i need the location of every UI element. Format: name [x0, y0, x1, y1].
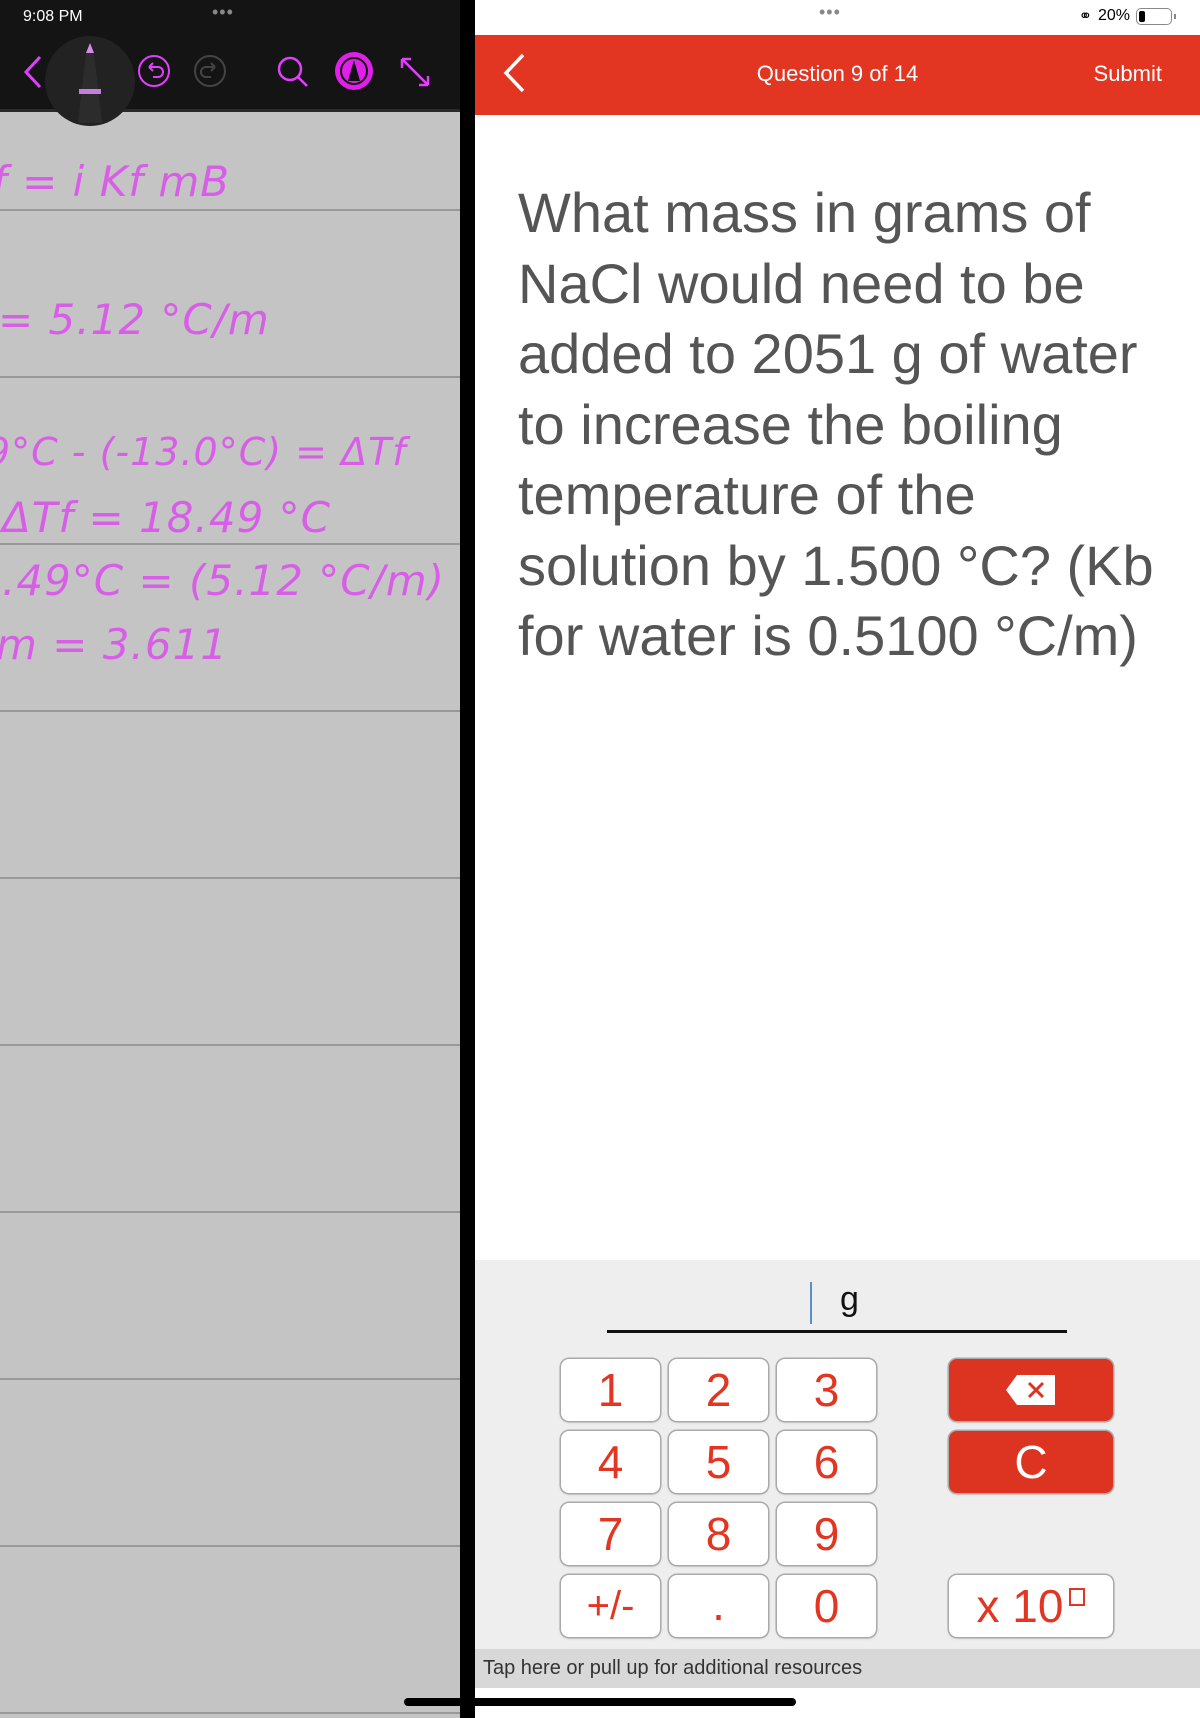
answer-input[interactable] — [607, 1280, 807, 1326]
scientific-notation-button[interactable]: x 10 — [949, 1575, 1113, 1637]
pencil-tool-icon[interactable] — [45, 36, 135, 126]
status-bar: ⚭ 20% — [1078, 6, 1176, 26]
note-line: 9°C - (-13.0°C) = ΔTf — [0, 430, 407, 474]
notes-app: f = i Kf mB = 5.12 °C/m 9°C - (-13.0°C) … — [0, 0, 460, 1718]
key-plus-minus[interactable]: +/- — [561, 1575, 660, 1637]
key-3[interactable]: 3 — [777, 1359, 876, 1421]
split-divider[interactable] — [460, 0, 930, 1718]
question-header: Question 9 of 14 Submit — [475, 35, 1200, 115]
quiz-app: ••• ⚭ 20% Question 9 of 14 Submit What m… — [475, 0, 1200, 1718]
multitask-dots-icon[interactable]: ••• — [819, 2, 841, 23]
backspace-icon — [1006, 1375, 1055, 1405]
key-6[interactable]: 6 — [777, 1431, 876, 1493]
note-line: m = 3.611 — [0, 620, 229, 669]
note-line: ΔTf = 18.49 °C — [2, 493, 331, 542]
submit-button[interactable]: Submit — [1094, 61, 1162, 87]
resources-bar[interactable]: Tap here or pull up for additional resou… — [475, 1649, 1200, 1688]
link-icon: ⚭ — [1078, 8, 1092, 25]
note-line: f = i Kf mB — [0, 157, 231, 206]
redo-icon[interactable] — [193, 54, 227, 88]
answer-keypad: g 1 2 3 4 5 6 7 8 9 +/- . 0 C x 10 — [475, 1260, 1200, 1650]
key-0[interactable]: 0 — [777, 1575, 876, 1637]
chevron-left-icon[interactable] — [20, 52, 46, 92]
key-5[interactable]: 5 — [669, 1431, 768, 1493]
sci-label: x 10 — [976, 1580, 1064, 1632]
key-7[interactable]: 7 — [561, 1503, 660, 1565]
key-8[interactable]: 8 — [669, 1503, 768, 1565]
key-1[interactable]: 1 — [561, 1359, 660, 1421]
question-counter: Question 9 of 14 — [756, 61, 919, 86]
question-text: What mass in grams of NaCl would need to… — [518, 181, 1154, 667]
multitask-dots-icon[interactable]: ••• — [212, 2, 234, 23]
note-line: = 5.12 °C/m — [0, 295, 270, 344]
key-decimal[interactable]: . — [669, 1575, 768, 1637]
key-9[interactable]: 9 — [777, 1503, 876, 1565]
undo-icon[interactable] — [137, 54, 171, 88]
battery-percent: 20% — [1097, 7, 1130, 24]
markup-pen-icon[interactable] — [334, 51, 374, 91]
answer-unit: g — [840, 1280, 859, 1318]
exponent-box-icon — [1069, 1588, 1086, 1606]
text-cursor — [810, 1282, 812, 1324]
key-2[interactable]: 2 — [669, 1359, 768, 1421]
search-icon[interactable] — [276, 55, 310, 89]
notes-toolbar: 9:08 PM ••• — [0, 0, 460, 126]
key-4[interactable]: 4 — [561, 1431, 660, 1493]
answer-underline — [607, 1330, 1067, 1333]
expand-icon[interactable] — [398, 55, 432, 89]
note-line: .49°C = (5.12 °C/m) — [2, 556, 446, 605]
notes-canvas[interactable]: f = i Kf mB = 5.12 °C/m 9°C - (-13.0°C) … — [0, 115, 460, 1718]
clear-button[interactable]: C — [949, 1431, 1113, 1493]
battery-icon — [1136, 7, 1176, 25]
home-indicator[interactable] — [404, 1698, 796, 1706]
backspace-button[interactable] — [949, 1359, 1113, 1421]
status-time: 9:08 PM — [23, 8, 83, 25]
